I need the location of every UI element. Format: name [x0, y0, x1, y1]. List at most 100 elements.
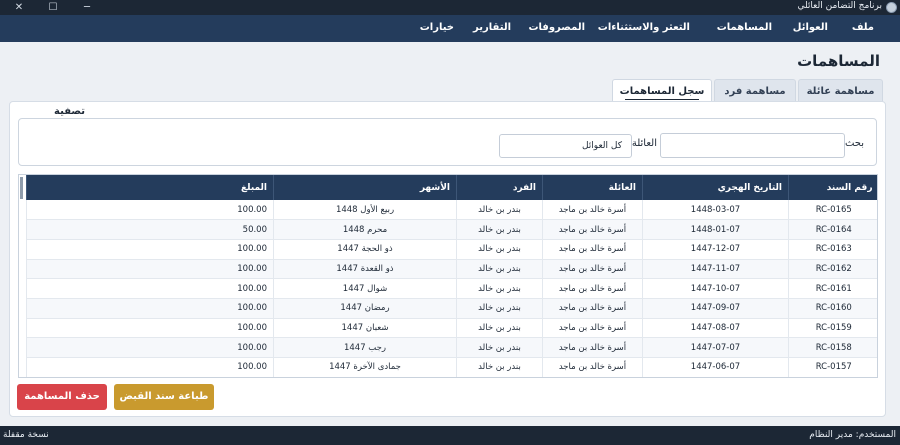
cell-family: أسرة خالد بن ماجد — [542, 219, 643, 240]
header-months[interactable]: الأشهر — [273, 175, 457, 200]
cell-hijri-date: 1447-06-07 — [642, 357, 789, 377]
header-receipt-number[interactable]: رقم السند — [788, 175, 877, 200]
menu-reports[interactable]: التقارير — [473, 22, 511, 33]
cell-receipt-number: RC-0158 — [788, 337, 877, 358]
contributions-table: المبلغ الأشهر الفرد العائلة التاريخ الهج… — [18, 174, 878, 378]
cell-receipt-number: RC-0165 — [788, 200, 877, 221]
table-row[interactable]: 100.00 ذو الحجة 1447 بندر بن خالد أسرة خالد… — [26, 239, 877, 260]
cell-hijri-date: 1447-09-07 — [642, 298, 789, 319]
search-input[interactable] — [660, 133, 845, 158]
cell-hijri-date: 1447-12-07 — [642, 239, 789, 260]
cell-amount: 100.00 — [26, 357, 274, 377]
header-hijri-date[interactable]: التاريخ الهجري — [642, 175, 789, 200]
cell-family: أسرة خالد بن ماجد — [542, 357, 643, 377]
tab-member-contribution[interactable]: مساهمة فرد — [714, 79, 796, 102]
table-row[interactable]: 100.00 رمضان 1447 بندر بن خالد أسرة خالد بن… — [26, 298, 877, 319]
cell-family: أسرة خالد بن ماجد — [542, 318, 643, 339]
cell-member: بندر بن خالد — [456, 219, 543, 240]
filter-legend: تصفية — [51, 106, 88, 117]
header-member[interactable]: الفرد — [456, 175, 543, 200]
cell-amount: 100.00 — [26, 200, 274, 221]
cell-amount: 100.00 — [26, 298, 274, 319]
cell-months: ذو القعدة 1447 — [273, 259, 457, 280]
cell-amount: 100.00 — [26, 278, 274, 299]
cell-member: بندر بن خالد — [456, 357, 543, 377]
cell-months: رمضان 1447 — [273, 298, 457, 319]
cell-hijri-date: 1447-11-07 — [642, 259, 789, 280]
cell-receipt-number: RC-0163 — [788, 239, 877, 260]
close-icon[interactable]: ✕ — [2, 0, 36, 15]
cell-family: أسرة خالد بن ماجد — [542, 239, 643, 260]
title-bar: برنامج التضامن العائلي ✕ ☐ ─ — [0, 0, 900, 15]
cell-months: شعبان 1447 — [273, 318, 457, 339]
table-row[interactable]: 100.00 شوال 1447 بندر بن خالد أسرة خالد بن … — [26, 278, 877, 299]
cell-months: شوال 1447 — [273, 278, 457, 299]
cell-receipt-number: RC-0159 — [788, 318, 877, 339]
status-version: نسخة مقفلة — [3, 430, 49, 440]
cell-amount: 50.00 — [26, 219, 274, 240]
window-title: برنامج التضامن العائلي — [797, 1, 882, 11]
menu-bar: ملف العوائل المساهمات التعثر والاستثناءا… — [0, 15, 900, 42]
header-amount[interactable]: المبلغ — [26, 175, 274, 200]
cell-family: أسرة خالد بن ماجد — [542, 278, 643, 299]
table-row[interactable]: 50.00 محرم 1448 بندر بن خالد أسرة خالد بن م… — [26, 219, 877, 240]
table-header-row: المبلغ الأشهر الفرد العائلة التاريخ الهج… — [26, 175, 877, 200]
cell-hijri-date: 1447-07-07 — [642, 337, 789, 358]
cell-months: جمادى الآخرة 1447 — [273, 357, 457, 377]
header-family[interactable]: العائلة — [542, 175, 643, 200]
cell-family: أسرة خالد بن ماجد — [542, 337, 643, 358]
cell-family: أسرة خالد بن ماجد — [542, 200, 643, 221]
minimize-icon[interactable]: ─ — [70, 0, 104, 15]
print-receipt-button[interactable]: طباعة سند القبض — [114, 384, 214, 410]
cell-member: بندر بن خالد — [456, 259, 543, 280]
family-select[interactable]: كل العوائل — [499, 134, 632, 158]
cell-hijri-date: 1447-10-07 — [642, 278, 789, 299]
cell-receipt-number: RC-0160 — [788, 298, 877, 319]
menu-options[interactable]: خيارات — [420, 22, 454, 33]
cell-receipt-number: RC-0161 — [788, 278, 877, 299]
search-label: بحث — [844, 138, 864, 149]
delete-contribution-button[interactable]: حذف المساهمة — [17, 384, 107, 410]
menu-expenses[interactable]: المصروفات — [528, 22, 585, 33]
cell-months: ربيع الأول 1448 — [273, 200, 457, 221]
cell-amount: 100.00 — [26, 259, 274, 280]
maximize-icon[interactable]: ☐ — [36, 0, 70, 15]
cell-receipt-number: RC-0164 — [788, 219, 877, 240]
menu-file[interactable]: ملف — [852, 22, 874, 33]
cell-hijri-date: 1447-08-07 — [642, 318, 789, 339]
cell-member: بندر بن خالد — [456, 200, 543, 221]
app-icon — [886, 2, 897, 13]
cell-hijri-date: 1448-01-07 — [642, 219, 789, 240]
cell-family: أسرة خالد بن ماجد — [542, 298, 643, 319]
cell-amount: 100.00 — [26, 239, 274, 260]
table-row[interactable]: 100.00 شعبان 1447 بندر بن خالد أسرة خالد بن… — [26, 318, 877, 339]
cell-months: ذو الحجة 1447 — [273, 239, 457, 260]
cell-member: بندر بن خالد — [456, 278, 543, 299]
cell-amount: 100.00 — [26, 318, 274, 339]
tab-contribution-log[interactable]: سجل المساهمات — [612, 79, 712, 103]
cell-member: بندر بن خالد — [456, 337, 543, 358]
table-row[interactable]: 100.00 رجب 1447 بندر بن خالد أسرة خالد بن م… — [26, 337, 877, 358]
table-row[interactable]: 100.00 جمادى الآخرة 1447 بندر بن خالد أسرة … — [26, 357, 877, 377]
cell-member: بندر بن خالد — [456, 239, 543, 260]
tab-family-contribution[interactable]: مساهمة عائلة — [798, 79, 883, 102]
cell-receipt-number: RC-0157 — [788, 357, 877, 377]
status-bar: المستخدم: مدير النظام نسخة مقفلة — [0, 426, 900, 445]
status-user: المستخدم: مدير النظام — [809, 430, 896, 440]
page-title: المساهمات — [797, 52, 880, 70]
cell-family: أسرة خالد بن ماجد — [542, 259, 643, 280]
scroll-handle[interactable] — [20, 177, 23, 199]
cell-receipt-number: RC-0162 — [788, 259, 877, 280]
cell-member: بندر بن خالد — [456, 298, 543, 319]
cell-months: رجب 1447 — [273, 337, 457, 358]
cell-member: بندر بن خالد — [456, 318, 543, 339]
cell-amount: 100.00 — [26, 337, 274, 358]
menu-defaults-exceptions[interactable]: التعثر والاستثناءات — [598, 22, 690, 33]
table-row[interactable]: 100.00 ربيع الأول 1448 بندر بن خالد أسرة خا… — [26, 200, 877, 221]
cell-hijri-date: 1448-03-07 — [642, 200, 789, 221]
table-row[interactable]: 100.00 ذو القعدة 1447 بندر بن خالد أسرة خال… — [26, 259, 877, 280]
cell-months: محرم 1448 — [273, 219, 457, 240]
family-label: العائلة — [631, 138, 657, 149]
menu-contributions[interactable]: المساهمات — [717, 22, 772, 33]
menu-families[interactable]: العوائل — [793, 22, 828, 33]
